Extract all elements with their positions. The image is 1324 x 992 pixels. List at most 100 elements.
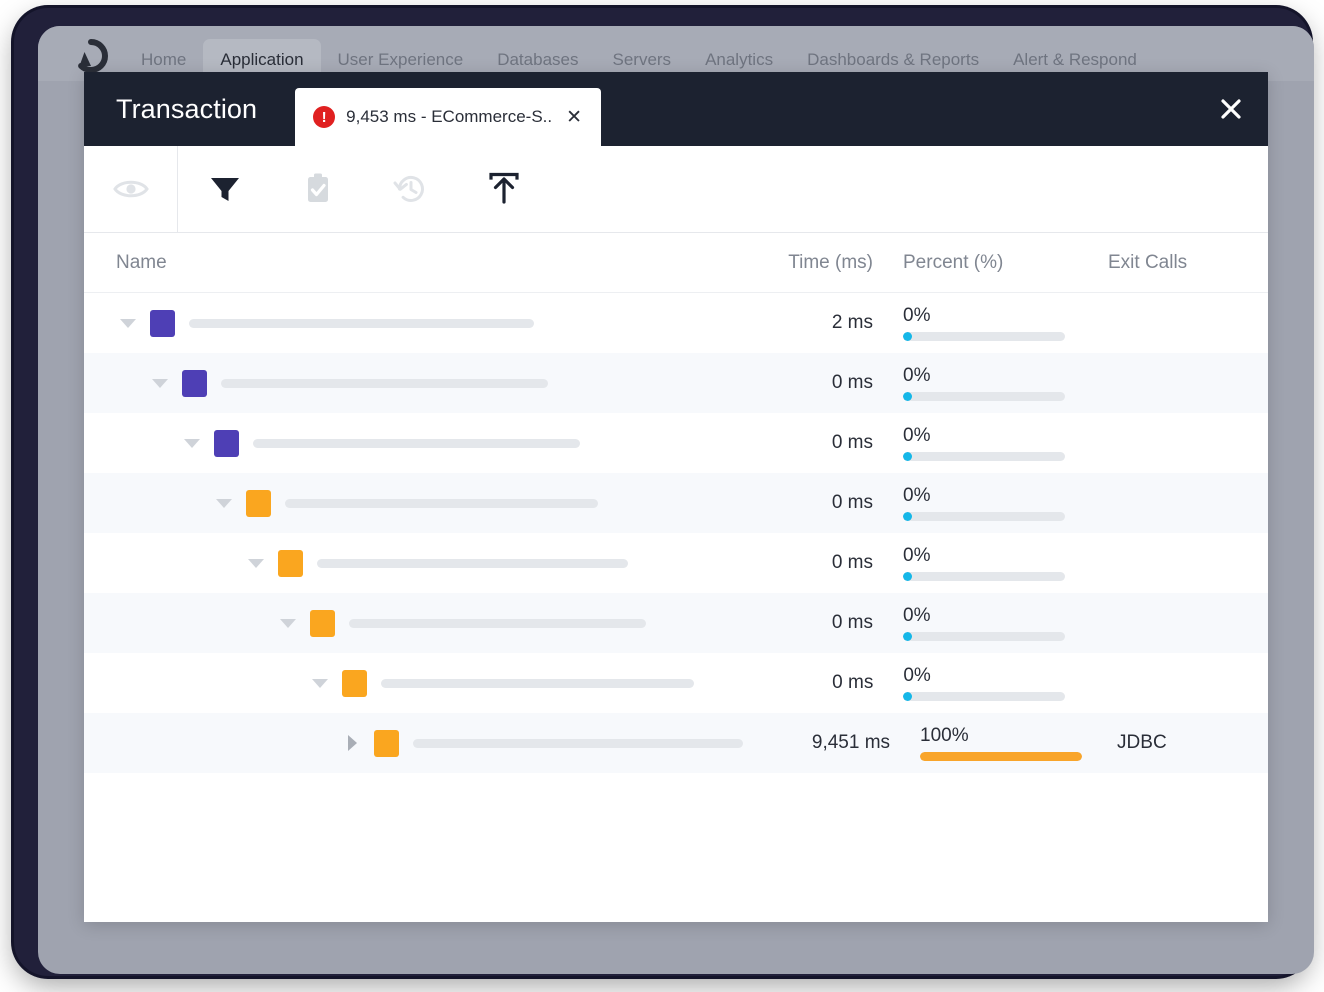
percent-bar-track [903,511,1065,521]
node-type-tile [342,669,367,697]
percent-bar-fill [903,331,912,341]
history-icon [393,175,424,202]
percent-bar-track [903,451,1065,461]
chevron-down-icon[interactable] [116,311,140,335]
table-row[interactable]: 0 ms 0% [84,653,1268,713]
column-header-exit[interactable]: Exit Calls [1073,252,1268,274]
panel-title: Transaction [116,93,258,124]
export-icon [488,172,519,204]
node-type-tile [278,549,303,577]
percent-label: 100% [920,724,969,746]
cell-exit-calls[interactable]: JDBC [1082,732,1268,754]
cell-name [84,609,693,637]
cell-name [84,669,694,697]
cell-time: 0 ms [831,612,873,633]
cell-percent: 0% [873,306,1073,341]
cell-name [84,729,743,757]
percent-bar-fill [903,631,912,641]
panel-header: Transaction ! 9,453 ms - ECommerce-S.. ✕ [84,72,1268,146]
cell-percent: 0% [873,426,1073,461]
percent-label: 0% [903,364,931,386]
percent-label: 0% [903,484,931,506]
cell-percent: 0% [873,666,1073,701]
document-tab-label: 9,453 ms - ECommerce-S.. [346,107,553,126]
transaction-tree-table: 2 ms 0% 0 ms 0% 0 ms 0% 0 ms 0% 0 ms 0% 0 ms 0% 0 ms… [84,293,1268,922]
chevron-down-icon[interactable] [244,551,268,575]
document-tab-close-icon[interactable]: ✕ [563,106,585,129]
node-type-tile [374,729,399,757]
toolbar-button-export[interactable] [457,146,550,233]
percent-bar-fill [903,691,913,701]
node-type-tile [150,309,175,337]
table-row[interactable]: 0 ms 0% [84,353,1268,413]
chevron-down-icon[interactable] [180,431,204,455]
twisty-triangle [280,618,296,628]
node-type-tile [310,609,335,637]
chevron-down-icon[interactable] [308,671,332,695]
cell-name [84,429,693,457]
column-header-name[interactable]: Name [84,252,693,274]
twisty-triangle [216,498,232,508]
cell-time: 2 ms [831,312,873,333]
screenshot-root: Home Application User Experience Databas… [0,0,1324,992]
percent-bar-track [903,691,1066,701]
clipboard-check-icon [307,173,328,202]
percent-bar-track [920,751,1083,761]
redacted-name-bar [285,498,598,508]
column-header-time[interactable]: Time (ms) [693,252,873,274]
toolbar-button-filter[interactable] [178,146,271,233]
percent-bar-fill [920,751,1083,761]
table-row[interactable]: 0 ms 0% [84,593,1268,653]
document-tab[interactable]: ! 9,453 ms - ECommerce-S.. ✕ [295,88,602,146]
table-row[interactable]: 0 ms 0% [84,533,1268,593]
redacted-name-bar [381,678,694,688]
twisty-triangle [184,438,200,448]
chevron-down-icon[interactable] [212,491,236,515]
cell-name [84,309,693,337]
cell-time: 9,451 ms [811,732,891,753]
toolbar-button-history[interactable] [364,146,457,233]
cell-name [84,549,693,577]
table-row[interactable]: 9,451 ms 100% JDBC [84,713,1268,773]
filter-icon [210,178,239,201]
cell-percent: 100% [890,724,1083,761]
node-type-tile [246,489,271,517]
panel-close-button[interactable] [1194,72,1268,146]
percent-bar-fill [903,571,912,581]
twisty-triangle [152,378,168,388]
column-header-percent[interactable]: Percent (%) [873,252,1073,274]
percent-label: 0% [903,424,931,446]
table-header-row: Name Time (ms) Percent (%) Exit Calls [84,233,1268,293]
cell-name [84,489,693,517]
cell-time: 0 ms [831,492,873,513]
twisty-triangle [248,558,264,568]
percent-label: 0% [903,604,931,626]
chevron-down-icon[interactable] [276,611,300,635]
device-screen: Home Application User Experience Databas… [38,26,1314,974]
error-glyph: ! [321,108,327,126]
table-row[interactable]: 0 ms 0% [84,413,1268,473]
device-bezel: Home Application User Experience Databas… [14,8,1314,976]
percent-bar-fill [903,451,912,461]
redacted-name-bar [349,618,646,628]
redacted-name-bar [253,438,580,448]
percent-label: 0% [903,304,931,326]
close-icon [1221,99,1241,119]
error-exclamation-icon: ! [313,106,336,128]
node-type-tile [214,429,239,457]
table-row[interactable]: 2 ms 0% [84,293,1268,353]
table-row[interactable]: 0 ms 0% [84,473,1268,533]
cell-time: 0 ms [831,372,873,393]
redacted-name-bar [221,378,548,388]
chevron-down-icon[interactable] [148,371,172,395]
transaction-panel: Transaction ! 9,453 ms - ECommerce-S.. ✕ [84,72,1268,922]
percent-bar-track [903,571,1065,581]
cell-percent: 0% [873,546,1073,581]
toolbar-button-view[interactable] [84,146,177,233]
percent-bar-track [903,331,1065,341]
toolbar-button-copy[interactable] [271,146,364,233]
cell-percent: 0% [873,486,1073,521]
chevron-right-icon[interactable] [340,731,364,755]
cell-name [84,369,693,397]
cell-time: 0 ms [832,672,874,693]
